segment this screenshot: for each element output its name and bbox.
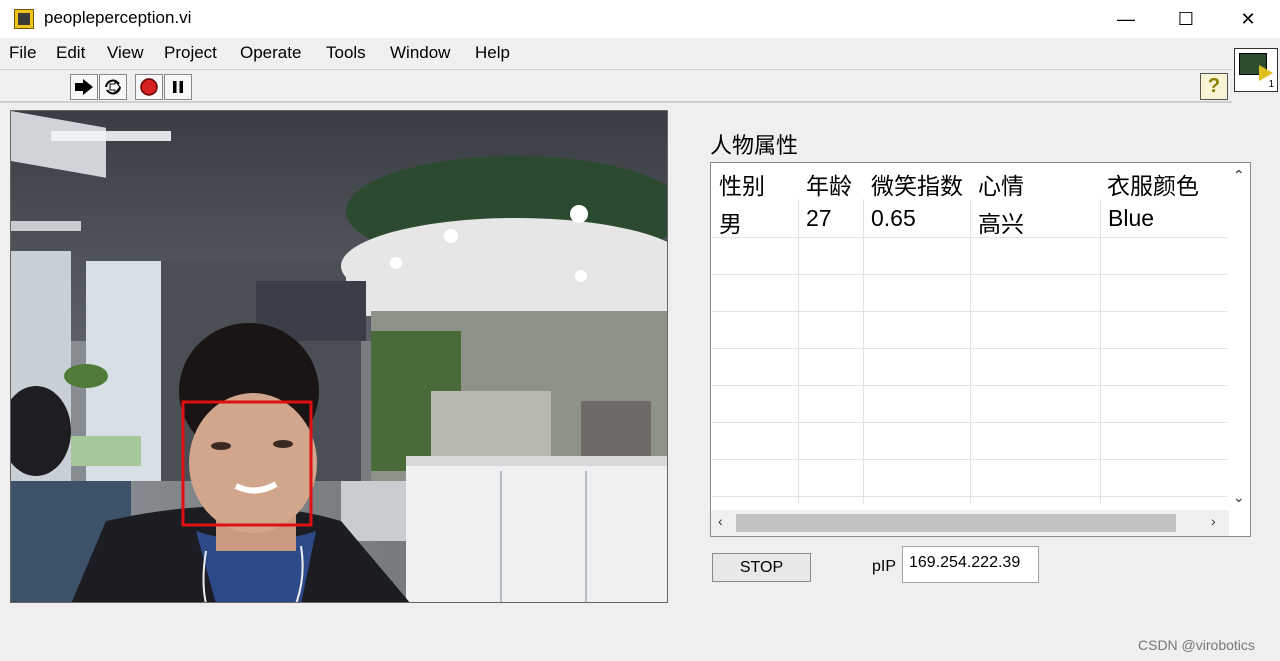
horizontal-scrollbar[interactable]: ‹ › [711, 510, 1229, 536]
vertical-scrollbar[interactable]: ⌃ ⌄ [1228, 163, 1250, 511]
scroll-up-icon[interactable]: ⌃ [1233, 167, 1245, 184]
menu-file[interactable]: File [9, 43, 36, 63]
context-help-button[interactable]: ? [1200, 73, 1228, 100]
table-cell[interactable]: Blue [1108, 205, 1154, 232]
maximize-button[interactable]: ☐ [1156, 2, 1216, 36]
menu-bar: File Edit View Project Operate Tools Win… [0, 38, 1232, 69]
abort-button[interactable] [135, 74, 163, 100]
labview-vi-icon [14, 9, 34, 29]
menu-project[interactable]: Project [164, 43, 217, 63]
pause-button[interactable] [164, 74, 192, 100]
menu-window[interactable]: Window [390, 43, 450, 63]
menu-operate[interactable]: Operate [240, 43, 301, 63]
vi-connector-icon: 1 [1234, 48, 1278, 92]
abort-icon [140, 78, 158, 96]
column-header-gender: 性别 [719, 173, 765, 199]
camera-image-display [10, 110, 668, 603]
vi-icon-number: 1 [1268, 79, 1274, 90]
column-header-age: 年龄 [806, 173, 852, 199]
ip-address-field[interactable]: 169.254.222.39 [902, 546, 1039, 583]
table-cell[interactable]: 0.65 [871, 205, 916, 232]
column-header-smile-index: 微笑指数 [871, 173, 963, 199]
table-cell[interactable]: 27 [806, 205, 832, 232]
table-caption: 人物属性 [710, 133, 799, 158]
horizontal-scroll-thumb[interactable] [736, 514, 1176, 532]
ip-label: pIP [872, 558, 897, 575]
window-title: peopleperception.vi [44, 8, 192, 27]
run-continuously-icon [105, 79, 121, 95]
column-header-mood: 心情 [978, 173, 1024, 199]
scroll-right-icon[interactable]: › [1211, 513, 1216, 529]
close-button[interactable]: ✕ [1218, 2, 1278, 36]
stop-button[interactable]: STOP [712, 553, 811, 582]
title-bar: peopleperception.vi — ☐ ✕ [0, 0, 1280, 38]
run-button[interactable] [70, 74, 98, 100]
menu-tools[interactable]: Tools [326, 43, 366, 63]
menu-help[interactable]: Help [475, 43, 510, 63]
menu-view[interactable]: View [107, 43, 144, 63]
pause-icon [173, 81, 183, 93]
table-cell[interactable]: 男 [719, 205, 742, 239]
camera-feed-image [11, 111, 667, 602]
minimize-button[interactable]: — [1096, 2, 1156, 36]
person-attributes-table[interactable]: 性别 年龄 微笑指数 心情 衣服颜色 男 27 0.65 高兴 Blue ⌃ ⌄… [710, 162, 1251, 537]
run-icon [75, 79, 93, 95]
watermark: CSDN @virobotics [1138, 637, 1255, 653]
column-header-clothing-color: 衣服颜色 [1107, 173, 1199, 199]
scroll-down-icon[interactable]: ⌄ [1233, 489, 1245, 506]
table-cell[interactable]: 高兴 [978, 205, 1024, 239]
scroll-left-icon[interactable]: ‹ [718, 513, 723, 529]
run-continuously-button[interactable] [99, 74, 127, 100]
menu-edit[interactable]: Edit [56, 43, 85, 63]
toolbar [0, 69, 1232, 103]
